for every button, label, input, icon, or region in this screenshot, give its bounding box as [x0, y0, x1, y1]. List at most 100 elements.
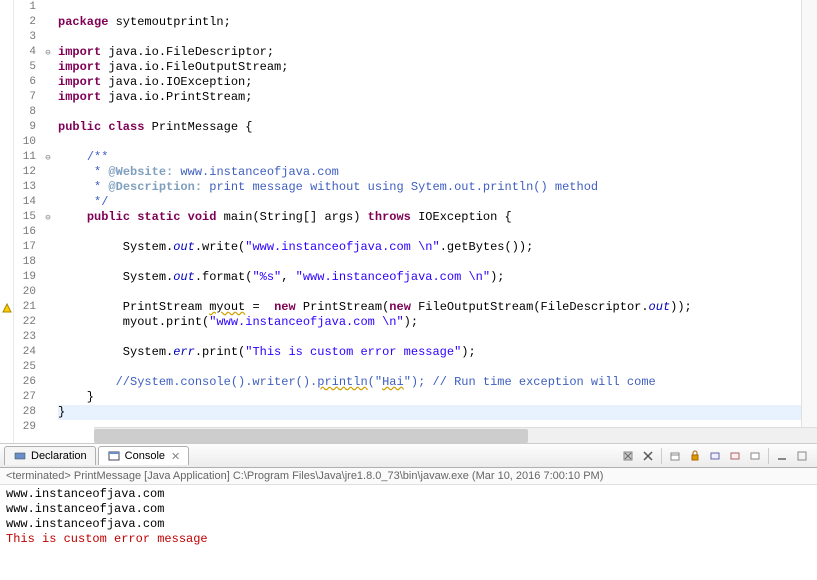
fold-toggle — [42, 0, 54, 15]
code-line[interactable]: public static void main(String[] args) t… — [58, 210, 817, 225]
tab-declaration[interactable]: Declaration — [4, 446, 96, 465]
code-line[interactable]: } — [58, 390, 817, 405]
line-number: 23 — [14, 330, 36, 345]
marker-slot — [0, 120, 13, 135]
fold-toggle — [42, 120, 54, 135]
marker-slot — [0, 210, 13, 225]
code-line[interactable]: PrintStream myout = new PrintStream(new … — [58, 300, 817, 315]
fold-toggle — [42, 60, 54, 75]
marker-slot — [0, 255, 13, 270]
line-number: 27 — [14, 390, 36, 405]
line-number: 26 — [14, 375, 36, 390]
code-line[interactable]: /** — [58, 150, 817, 165]
marker-slot — [0, 405, 13, 420]
close-icon[interactable]: ✕ — [171, 450, 180, 463]
code-line[interactable]: System.out.write("www.instanceofjava.com… — [58, 240, 817, 255]
code-line[interactable] — [58, 225, 817, 240]
tab-console[interactable]: Console ✕ — [98, 446, 190, 465]
tab-declaration-label: Declaration — [31, 450, 87, 462]
display-selected-button[interactable] — [746, 447, 764, 465]
remove-all-button[interactable] — [639, 447, 657, 465]
declaration-icon — [13, 449, 27, 463]
code-lines[interactable]: package sytemoutprintln; import java.io.F… — [54, 0, 817, 435]
code-line[interactable]: import java.io.FileOutputStream; — [58, 60, 817, 75]
console-error-line: This is custom error message — [6, 532, 811, 547]
clear-console-button[interactable] — [666, 447, 684, 465]
code-line[interactable] — [58, 105, 817, 120]
vertical-scrollbar[interactable] — [801, 0, 817, 427]
fold-toggle — [42, 240, 54, 255]
fold-toggle — [42, 255, 54, 270]
code-line[interactable]: package sytemoutprintln; — [58, 15, 817, 30]
horizontal-scrollbar[interactable] — [94, 427, 817, 443]
code-area[interactable]: package sytemoutprintln; import java.io.F… — [54, 0, 817, 443]
maximize-button[interactable] — [793, 447, 811, 465]
line-number: 17 — [14, 240, 36, 255]
fold-toggle — [42, 180, 54, 195]
remove-launch-button[interactable] — [619, 447, 637, 465]
fold-toggle[interactable]: ⊖ — [42, 150, 54, 165]
marker-slot — [0, 0, 13, 15]
code-editor[interactable]: 1234567891011121314151617181920212223242… — [0, 0, 817, 444]
code-line[interactable]: myout.print("www.instanceofjava.com \n")… — [58, 315, 817, 330]
pin-console-button[interactable] — [726, 447, 744, 465]
marker-slot — [0, 345, 13, 360]
bottom-panel: Declaration Console ✕ <terminated> Print… — [0, 444, 817, 580]
marker-slot — [0, 390, 13, 405]
code-line[interactable]: */ — [58, 195, 817, 210]
fold-toggle — [42, 360, 54, 375]
code-line[interactable]: * @Description: print message without us… — [58, 180, 817, 195]
line-number: 4 — [14, 45, 36, 60]
fold-toggle — [42, 135, 54, 150]
line-number: 18 — [14, 255, 36, 270]
warning-marker-icon — [0, 300, 13, 315]
console-output-line: www.instanceofjava.com — [6, 502, 811, 517]
fold-toggle[interactable]: ⊖ — [42, 45, 54, 60]
line-number: 8 — [14, 105, 36, 120]
code-line[interactable] — [58, 135, 817, 150]
code-line[interactable]: } — [58, 405, 817, 420]
scroll-lock-button[interactable] — [686, 447, 704, 465]
code-line[interactable]: System.err.print("This is custom error m… — [58, 345, 817, 360]
console-output-line: www.instanceofjava.com — [6, 487, 811, 502]
marker-slot — [0, 360, 13, 375]
code-line[interactable]: import java.io.FileDescriptor; — [58, 45, 817, 60]
code-line[interactable] — [58, 330, 817, 345]
tab-console-label: Console — [125, 450, 165, 462]
code-line[interactable] — [58, 285, 817, 300]
line-number: 25 — [14, 360, 36, 375]
fold-toggle — [42, 195, 54, 210]
minimize-button[interactable] — [773, 447, 791, 465]
code-line[interactable]: System.out.format("%s", "www.instanceofj… — [58, 270, 817, 285]
marker-slot — [0, 30, 13, 45]
code-line[interactable]: import java.io.PrintStream; — [58, 90, 817, 105]
console-output[interactable]: www.instanceofjava.comwww.instanceofjava… — [0, 485, 817, 580]
line-number: 16 — [14, 225, 36, 240]
line-number: 10 — [14, 135, 36, 150]
fold-toggle — [42, 420, 54, 435]
marker-slot — [0, 75, 13, 90]
line-number: 3 — [14, 30, 36, 45]
fold-toggle — [42, 225, 54, 240]
code-line[interactable] — [58, 0, 817, 15]
separator — [768, 448, 769, 464]
code-line[interactable]: //System.console().writer().println("Hai… — [58, 375, 817, 390]
code-line[interactable] — [58, 255, 817, 270]
marker-slot — [0, 315, 13, 330]
fold-toggle[interactable]: ⊖ — [42, 210, 54, 225]
marker-slot — [0, 195, 13, 210]
console-output-line: www.instanceofjava.com — [6, 517, 811, 532]
line-number: 2 — [14, 15, 36, 30]
line-number-gutter: 1234567891011121314151617181920212223242… — [14, 0, 42, 443]
marker-slot — [0, 15, 13, 30]
code-line[interactable] — [58, 30, 817, 45]
code-line[interactable]: public class PrintMessage { — [58, 120, 817, 135]
show-console-button[interactable] — [706, 447, 724, 465]
code-line[interactable]: * @Website: www.instanceofjava.com — [58, 165, 817, 180]
scrollbar-thumb[interactable] — [94, 429, 528, 443]
fold-toggle — [42, 75, 54, 90]
code-line[interactable]: import java.io.IOException; — [58, 75, 817, 90]
fold-toggle — [42, 30, 54, 45]
code-line[interactable] — [58, 360, 817, 375]
marker-slot — [0, 90, 13, 105]
